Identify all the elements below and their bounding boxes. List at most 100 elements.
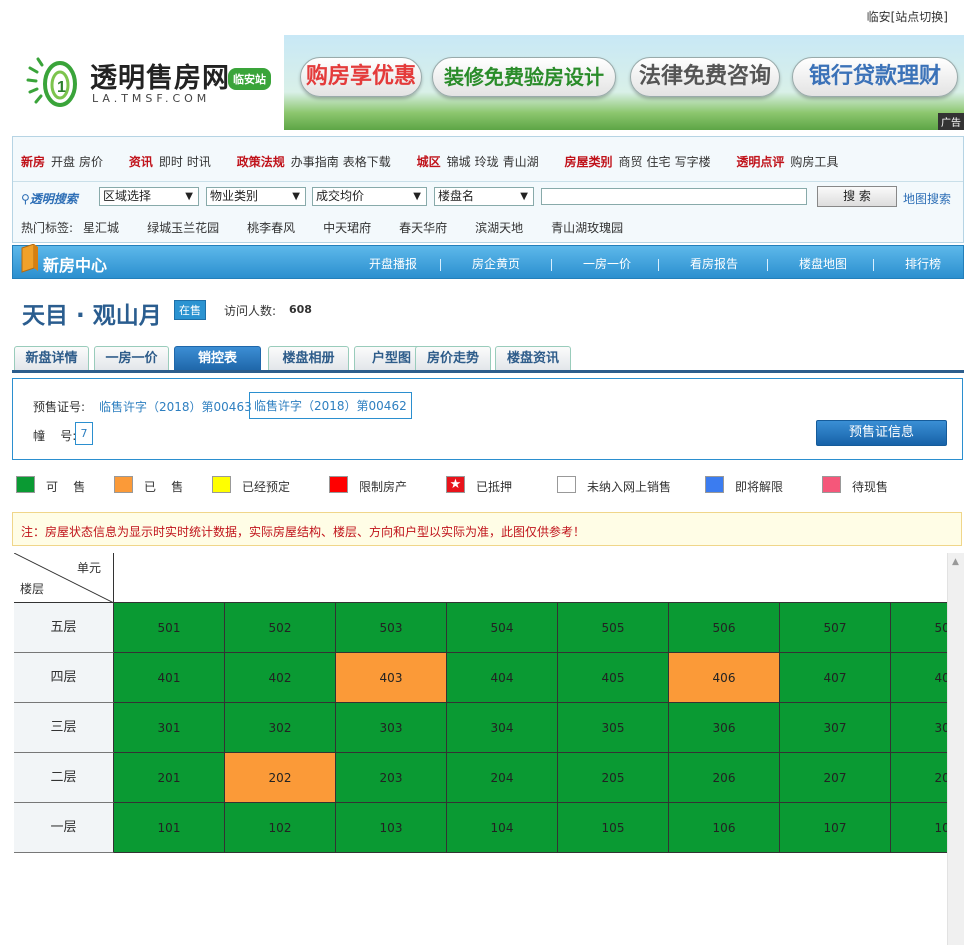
banner-item-discount[interactable]: 购房享优惠 xyxy=(300,57,422,97)
nav-link-timely[interactable]: 时讯 xyxy=(187,155,211,169)
hot-tag[interactable]: 青山湖玫瑰园 xyxy=(551,221,623,235)
unit-cell[interactable]: 105 xyxy=(558,803,669,853)
unit-cell[interactable]: 205 xyxy=(558,753,669,803)
nav-category-district[interactable]: 城区 xyxy=(417,155,441,169)
unit-cell[interactable]: 301 xyxy=(114,703,225,753)
unit-cell[interactable]: 506 xyxy=(669,603,780,653)
unit-cell[interactable]: 103 xyxy=(336,803,447,853)
unit-cell[interactable]: 106 xyxy=(669,803,780,853)
permit-info-button[interactable]: 预售证信息 xyxy=(816,420,947,446)
hot-tag[interactable]: 绿城玉兰花园 xyxy=(147,221,219,235)
tab-details[interactable]: 新盘详情 xyxy=(14,346,89,370)
unit-cell[interactable]: 308 xyxy=(891,703,947,753)
unit-cell[interactable]: 102 xyxy=(225,803,336,853)
keyword-input[interactable] xyxy=(541,188,807,205)
nav-link-qingshanhu[interactable]: 青山湖 xyxy=(503,155,539,169)
unit-cell[interactable]: 101 xyxy=(114,803,225,853)
unit-cell[interactable]: 501 xyxy=(114,603,225,653)
unit-cell[interactable]: 402 xyxy=(225,653,336,703)
nav-link-opening[interactable]: 开盘 xyxy=(51,155,75,169)
unit-cell[interactable]: 407 xyxy=(780,653,891,703)
unit-cell[interactable]: 508 xyxy=(891,603,947,653)
unit-cell[interactable]: 408 xyxy=(891,653,947,703)
unit-cell[interactable]: 404 xyxy=(447,653,558,703)
section-link-opening[interactable]: 开盘播报 xyxy=(368,255,418,272)
unit-cell[interactable]: 108 xyxy=(891,803,947,853)
unit-cell[interactable]: 302 xyxy=(225,703,336,753)
permit-link[interactable]: 临售许字（2018）第00463 xyxy=(99,398,252,415)
nav-category-house-type[interactable]: 房屋类别 xyxy=(565,155,613,169)
nav-link-guide[interactable]: 办事指南 xyxy=(291,155,339,169)
property-type-select[interactable]: 物业类别 ▼ xyxy=(206,187,306,206)
unit-cell[interactable]: 303 xyxy=(336,703,447,753)
vertical-scrollbar[interactable]: ▲ xyxy=(947,553,964,945)
hot-tag[interactable]: 春天华府 xyxy=(399,221,447,235)
hot-tag[interactable]: 桃李春风 xyxy=(247,221,295,235)
unit-cell[interactable]: 305 xyxy=(558,703,669,753)
unit-cell[interactable]: 403 xyxy=(336,653,447,703)
section-link-price-list[interactable]: 一房一价 xyxy=(582,255,632,272)
unit-cell[interactable]: 401 xyxy=(114,653,225,703)
unit-cell[interactable]: 504 xyxy=(447,603,558,653)
unit-cell[interactable]: 208 xyxy=(891,753,947,803)
nav-category-policy[interactable]: 政策法规 xyxy=(237,155,285,169)
unit-cell[interactable]: 107 xyxy=(780,803,891,853)
nav-link-forms[interactable]: 表格下载 xyxy=(343,155,391,169)
unit-cell[interactable]: 206 xyxy=(669,753,780,803)
project-name-select[interactable]: 楼盘名 ▼ xyxy=(434,187,534,206)
avg-price-select[interactable]: 成交均价 ▼ xyxy=(312,187,427,206)
unit-cell[interactable]: 104 xyxy=(447,803,558,853)
ad-tag: 广告 xyxy=(938,113,964,130)
unit-cell[interactable]: 505 xyxy=(558,603,669,653)
banner-item-decoration[interactable]: 装修免费验房设计 xyxy=(432,57,616,97)
unit-cell[interactable]: 503 xyxy=(336,603,447,653)
promo-banner[interactable]: 购房享优惠 装修免费验房设计 法律免费咨询 银行贷款理财 广告 xyxy=(284,35,964,130)
unit-cell[interactable]: 304 xyxy=(447,703,558,753)
nav-link-price[interactable]: 房价 xyxy=(79,155,103,169)
unit-cell[interactable]: 306 xyxy=(669,703,780,753)
section-link-developers[interactable]: 房企黄页 xyxy=(471,255,521,272)
tab-price-trend[interactable]: 房价走势 xyxy=(415,346,491,370)
region-select[interactable]: 区域选择 ▼ xyxy=(99,187,199,206)
building-number[interactable]: 7 xyxy=(75,422,93,445)
nav-link-office[interactable]: 写字楼 xyxy=(675,155,711,169)
section-link-ranking[interactable]: 排行榜 xyxy=(904,255,942,272)
unit-cell[interactable]: 502 xyxy=(225,603,336,653)
nav-link-linglong[interactable]: 玲珑 xyxy=(475,155,499,169)
section-link-map[interactable]: 楼盘地图 xyxy=(798,255,848,272)
nav-link-jincheng[interactable]: 锦城 xyxy=(447,155,471,169)
map-search-link[interactable]: 地图搜索 xyxy=(903,190,951,207)
hot-tag[interactable]: 中天珺府 xyxy=(323,221,371,235)
nav-category-review[interactable]: 透明点评 xyxy=(736,155,784,169)
nav-category-news[interactable]: 资讯 xyxy=(129,155,153,169)
nav-link-tools[interactable]: 购房工具 xyxy=(790,155,838,169)
unit-cell[interactable]: 507 xyxy=(780,603,891,653)
scroll-up-icon[interactable]: ▲ xyxy=(952,557,959,567)
site-switch-link[interactable]: 临安[站点切换] xyxy=(867,8,948,25)
unit-cell[interactable]: 201 xyxy=(114,753,225,803)
unit-cell[interactable]: 405 xyxy=(558,653,669,703)
unit-cell[interactable]: 207 xyxy=(780,753,891,803)
search-button[interactable]: 搜 索 xyxy=(817,186,897,207)
nav-link-residential[interactable]: 住宅 xyxy=(647,155,671,169)
section-link-reports[interactable]: 看房报告 xyxy=(689,255,739,272)
nav-category-new[interactable]: 新房 xyxy=(21,155,45,169)
hot-tag[interactable]: 滨湖天地 xyxy=(475,221,523,235)
unit-cell[interactable]: 406 xyxy=(669,653,780,703)
swatch xyxy=(114,476,133,493)
unit-cell[interactable]: 202 xyxy=(225,753,336,803)
unit-cell[interactable]: 203 xyxy=(336,753,447,803)
tab-price-list[interactable]: 一房一价 xyxy=(94,346,169,370)
unit-cell[interactable]: 204 xyxy=(447,753,558,803)
hot-tag[interactable]: 星汇城 xyxy=(83,221,119,235)
site-logo[interactable]: 1 透明售房网 LA.TMSF.COM 临安站 xyxy=(20,48,280,118)
tab-sales-control[interactable]: 销控表 xyxy=(174,346,261,370)
banner-item-legal[interactable]: 法律免费咨询 xyxy=(630,57,780,97)
banner-item-bank[interactable]: 银行贷款理财 xyxy=(792,57,958,97)
permit-link-selected[interactable]: 临售许字（2018）第00462 xyxy=(249,392,412,419)
tab-album[interactable]: 楼盘相册 xyxy=(268,346,349,370)
nav-link-instant[interactable]: 即时 xyxy=(159,155,183,169)
unit-cell[interactable]: 307 xyxy=(780,703,891,753)
tab-news[interactable]: 楼盘资讯 xyxy=(495,346,571,370)
nav-link-commercial[interactable]: 商贸 xyxy=(619,155,643,169)
